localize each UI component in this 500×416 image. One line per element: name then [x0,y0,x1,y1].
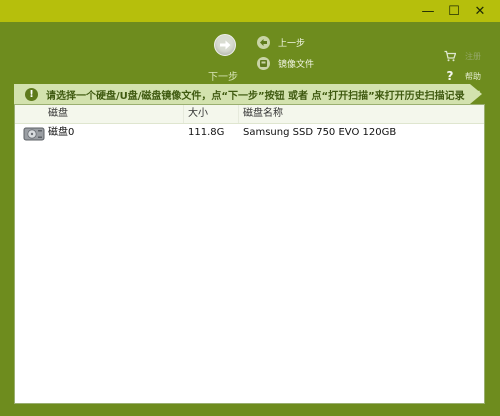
hint-text: 请选择一个硬盘/U盘/磁盘镜像文件，点“下一步”按钮 或者 点“打开扫描”来打开… [46,90,465,102]
disk-image-icon [257,56,270,70]
image-file-label: 镜像文件 [278,59,315,70]
disk-size-cell: 111.8G [188,127,225,138]
hard-disk-icon [23,126,45,141]
help-button[interactable]: ? 帮助 [444,70,481,82]
arrow-left-icon [257,35,270,49]
image-file-button[interactable]: 镜像文件 [257,55,314,71]
cart-icon [444,50,457,62]
register-button[interactable]: 注册 [444,50,481,62]
help-label: 帮助 [465,71,481,81]
disk-list-panel: 磁盘 大小 磁盘名称 磁盘0 111.8G Samsung SSD 750 EV… [14,104,485,404]
prev-step-button[interactable]: 上一步 [257,34,305,50]
maximize-icon: ☐ [448,3,460,19]
exclamation-icon: ! [25,87,38,101]
question-icon: ? [446,69,454,83]
column-header-disk[interactable]: 磁盘 [48,105,68,123]
register-label: 注册 [465,51,481,61]
close-button[interactable]: ✕ [466,0,494,22]
column-header-name[interactable]: 磁盘名称 [238,105,283,123]
hint-bar-arrow [470,84,482,104]
disk-id-cell: 磁盘0 [48,127,75,138]
next-step-button[interactable]: 下一步 [206,32,248,83]
column-header-size[interactable]: 大小 [183,105,208,123]
prev-step-label: 上一步 [278,38,306,49]
close-icon: ✕ [474,3,486,19]
toolbar: 下一步 上一步 镜像文件 注册 ? 帮助 关于 [0,22,500,100]
arrow-right-icon [214,34,236,56]
minimize-button[interactable]: — [414,0,442,22]
title-bar: — ☐ ✕ [0,0,500,22]
table-row[interactable]: 磁盘0 111.8G Samsung SSD 750 EVO 120GB [15,124,484,142]
disk-name-cell: Samsung SSD 750 EVO 120GB [243,127,397,138]
minimize-icon: — [421,3,435,19]
table-header: 磁盘 大小 磁盘名称 [15,105,484,124]
next-step-label: 下一步 [208,72,238,83]
maximize-button[interactable]: ☐ [440,0,468,22]
hint-bar: ! 请选择一个硬盘/U盘/磁盘镜像文件，点“下一步”按钮 或者 点“打开扫描”来… [14,84,470,104]
